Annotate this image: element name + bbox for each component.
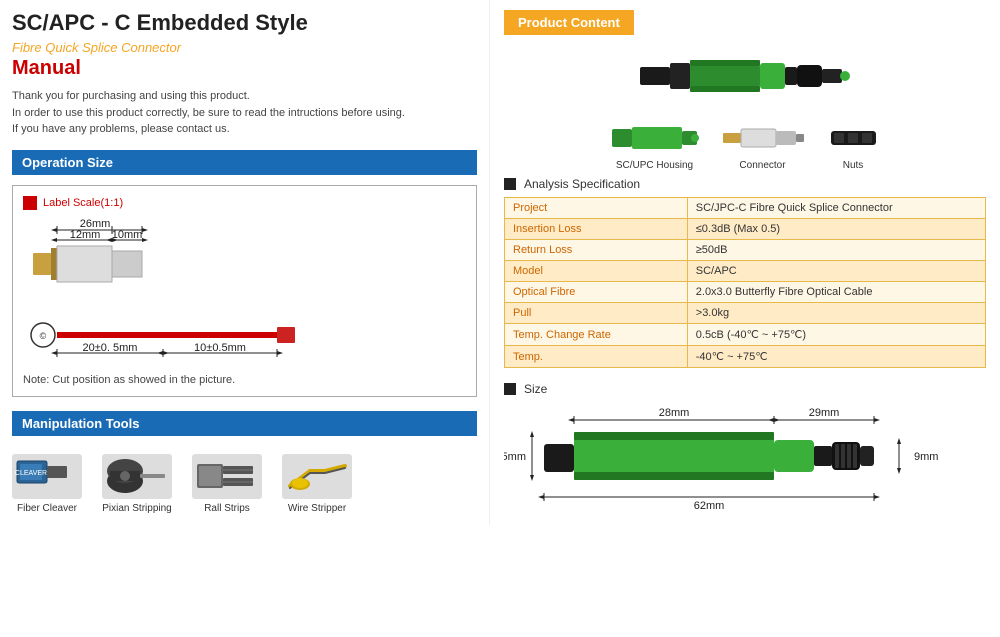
pixian-stripping-icon bbox=[102, 454, 172, 499]
table-row: Insertion Loss ≤0.3dB (Max 0.5) bbox=[505, 219, 986, 240]
svg-text:CLEAVER: CLEAVER bbox=[15, 470, 47, 477]
spec-value: SC/APC bbox=[687, 261, 985, 282]
size-section: Size bbox=[504, 382, 986, 515]
svg-text:12mm: 12mm bbox=[70, 229, 101, 241]
subtitle-italic: Fibre Quick Splice Connector bbox=[12, 40, 477, 55]
spec-value: SC/JPC-C Fibre Quick Splice Connector bbox=[687, 198, 985, 219]
operation-size-box: Label Scale(1:1) 26mm bbox=[12, 185, 477, 397]
part-housing: SC/UPC Housing bbox=[610, 119, 700, 171]
spec-table: Project SC/JPC-C Fibre Quick Splice Conn… bbox=[504, 197, 986, 368]
analysis-title-row: Analysis Specification bbox=[504, 177, 986, 191]
svg-text:3.5mm: 3.5mm bbox=[504, 451, 526, 463]
spec-value: 0.5cB (-40℃ ~ +75℃) bbox=[687, 324, 985, 346]
rall-strips-icon bbox=[192, 454, 262, 499]
top-measurement-diagram: 26mm 12mm 10mm bbox=[23, 218, 453, 303]
pixian-stripping-label: Pixian Stripping bbox=[102, 503, 171, 514]
spec-project: Return Loss bbox=[505, 240, 688, 261]
spec-value: >3.0kg bbox=[687, 303, 985, 324]
table-row: Project SC/JPC-C Fibre Quick Splice Conn… bbox=[505, 198, 986, 219]
analysis-section: Analysis Specification Project SC/JPC-C … bbox=[504, 177, 986, 368]
table-row: Optical Fibre 2.0x3.0 Butterfly Fibre Op… bbox=[505, 282, 986, 303]
table-row: Temp. Change Rate 0.5cB (-40℃ ~ +75℃) bbox=[505, 324, 986, 346]
svg-text:28mm: 28mm bbox=[659, 407, 690, 419]
product-content-header: Product Content bbox=[504, 10, 986, 45]
fiber-cleaver-icon: CLEAVER bbox=[12, 454, 82, 499]
black-square-icon bbox=[504, 178, 516, 190]
assembled-connector-svg bbox=[635, 45, 855, 105]
spec-value: -40℃ ~ +75℃ bbox=[687, 346, 985, 368]
housing-label: SC/UPC Housing bbox=[616, 160, 693, 171]
tools-row: CLEAVER Fiber Cleaver bbox=[12, 454, 477, 514]
table-row: Model SC/APC bbox=[505, 261, 986, 282]
manipulation-tools-section: Manipulation Tools CLEAVER Fiber Cleaver bbox=[12, 411, 477, 514]
svg-text:29mm: 29mm bbox=[809, 407, 840, 419]
table-row: Pull >3.0kg bbox=[505, 303, 986, 324]
svg-text:10mm: 10mm bbox=[112, 229, 143, 241]
tool-wire-stripper: Wire Stripper bbox=[282, 454, 352, 514]
fiber-cleaver-label: Fiber Cleaver bbox=[17, 503, 77, 514]
tool-fiber-cleaver: CLEAVER Fiber Cleaver bbox=[12, 454, 82, 514]
intro-text: Thank you for purchasing and using this … bbox=[12, 88, 477, 138]
nuts-label: Nuts bbox=[843, 160, 864, 171]
nuts-svg bbox=[826, 119, 881, 157]
tool-rall-strips: Rall Strips bbox=[192, 454, 262, 514]
wire-stripper-icon bbox=[282, 454, 352, 499]
black-square-icon-2 bbox=[504, 383, 516, 395]
parts-row: SC/UPC Housing Connector bbox=[504, 119, 986, 171]
size-diagram-svg: 28mm 29mm 3.5mm 9mm bbox=[504, 402, 964, 512]
spec-value: 2.0x3.0 Butterfly Fibre Optical Cable bbox=[687, 282, 985, 303]
connector-label: Connector bbox=[739, 160, 785, 171]
size-title-row: Size bbox=[504, 382, 986, 396]
table-row: Temp. -40℃ ~ +75℃ bbox=[505, 346, 986, 368]
assembled-connector-area bbox=[504, 45, 986, 105]
svg-text:10±0.5mm: 10±0.5mm bbox=[194, 342, 246, 354]
tool-pixian-stripping: Pixian Stripping bbox=[102, 454, 172, 514]
spec-project: Insertion Loss bbox=[505, 219, 688, 240]
svg-text:20±0. 5mm: 20±0. 5mm bbox=[83, 342, 138, 354]
spec-project: Model bbox=[505, 261, 688, 282]
note-text: Note: Cut position as showed in the pict… bbox=[23, 374, 466, 386]
housing-svg bbox=[610, 119, 700, 157]
page-title: SC/APC - C Embedded Style bbox=[12, 10, 477, 36]
rall-strips-label: Rall Strips bbox=[204, 503, 250, 514]
operation-size-header: Operation Size bbox=[12, 150, 477, 175]
spec-project: Optical Fibre bbox=[505, 282, 688, 303]
connector-svg bbox=[718, 119, 808, 157]
analysis-title: Analysis Specification bbox=[524, 177, 640, 191]
spec-project: Project bbox=[505, 198, 688, 219]
part-connector: Connector bbox=[718, 119, 808, 171]
wire-stripper-label: Wire Stripper bbox=[288, 503, 346, 514]
table-row: Return Loss ≥50dB bbox=[505, 240, 986, 261]
part-nuts: Nuts bbox=[826, 119, 881, 171]
label-scale-row: Label Scale(1:1) bbox=[23, 196, 466, 210]
label-scale-text: Label Scale(1:1) bbox=[43, 197, 123, 209]
red-square-icon bbox=[23, 196, 37, 210]
subtitle-bold: Manual bbox=[12, 57, 477, 80]
svg-text:62mm: 62mm bbox=[694, 500, 725, 512]
bottom-measurement-diagram: © 20±0. 5mm 10±0.5mm bbox=[23, 303, 453, 368]
spec-value: ≤0.3dB (Max 0.5) bbox=[687, 219, 985, 240]
spec-project: Temp. Change Rate bbox=[505, 324, 688, 346]
spec-value: ≥50dB bbox=[687, 240, 985, 261]
manipulation-tools-header: Manipulation Tools bbox=[12, 411, 477, 436]
spec-project: Pull bbox=[505, 303, 688, 324]
svg-text:9mm: 9mm bbox=[914, 451, 938, 463]
spec-project: Temp. bbox=[505, 346, 688, 368]
svg-text:©: © bbox=[40, 331, 47, 341]
size-title: Size bbox=[524, 382, 547, 396]
